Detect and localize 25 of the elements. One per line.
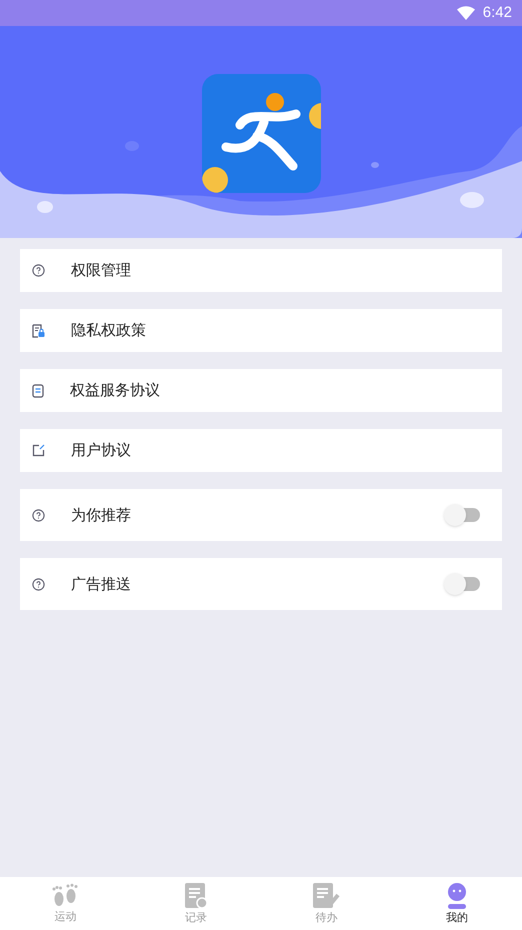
menu-item[interactable]: 权益服务协议 [20,369,502,412]
menu-label: 为你推荐 [71,504,132,526]
document-lock-icon [32,324,45,338]
menu-item[interactable]: 隐私权政策 [20,309,502,352]
menu-item[interactable]: 用户协议 [20,429,502,472]
document-pen-icon [311,882,342,910]
menu-label: 广告推送 [71,574,132,595]
help-icon [32,508,45,522]
menu-item[interactable]: 权限管理 [20,249,502,292]
menu-label: 用户协议 [71,440,132,462]
menu-label: 权益服务协议 [70,380,161,402]
help-icon [32,578,45,590]
menu-label: 权限管理 [71,260,132,282]
nav-tab[interactable]: 我的 [392,877,522,930]
document-icon [32,384,44,398]
menu-item[interactable]: 为你推荐 [20,489,502,541]
menu-item[interactable]: 广告推送 [20,558,502,610]
note-icon [182,882,209,910]
toggle-switch[interactable] [444,505,480,525]
toggle-switch[interactable] [444,574,480,594]
wifi-icon [456,6,475,20]
clock-time: 6:42 [482,2,512,23]
help-icon [32,264,45,277]
edit-icon [32,444,45,457]
menu-label: 隐私权政策 [71,320,147,342]
